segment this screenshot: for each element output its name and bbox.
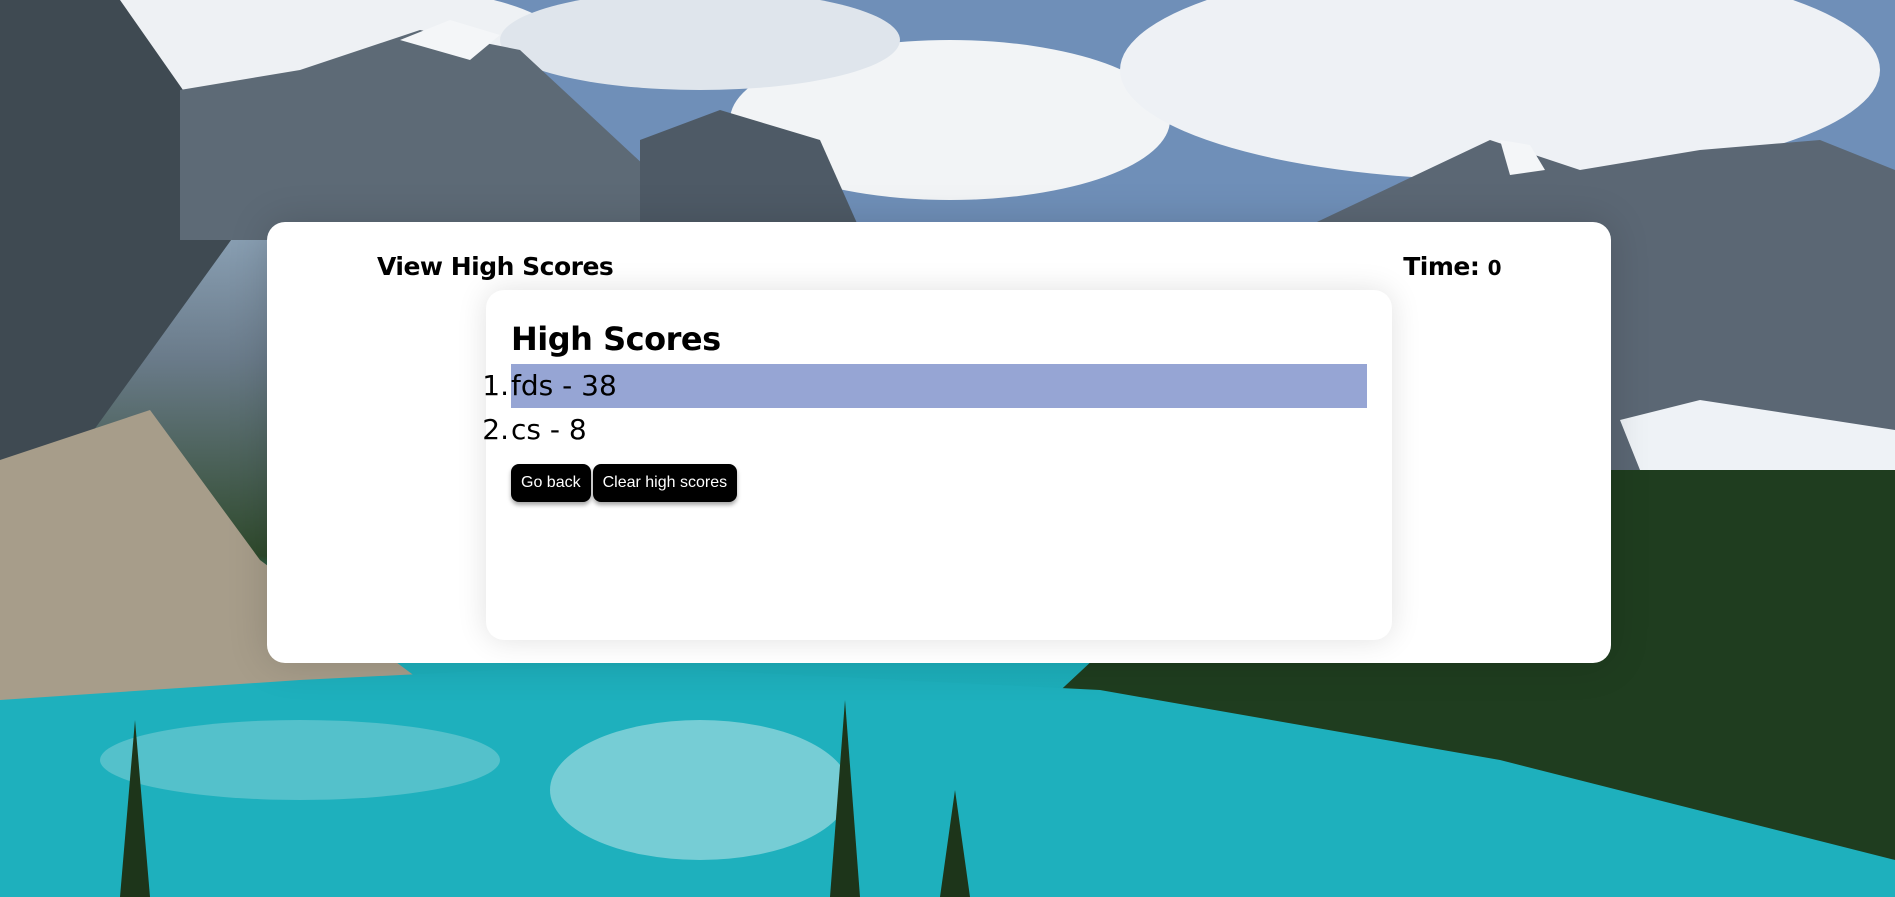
score-rank: 2. bbox=[482, 413, 509, 446]
view-high-scores-link[interactable]: View High Scores bbox=[377, 252, 614, 281]
score-item: 1. fds - 38 bbox=[482, 364, 1367, 408]
quiz-card: View High Scores Time: 0 High Scores 1. … bbox=[267, 222, 1611, 663]
high-scores-list: 1. fds - 38 2. cs - 8 bbox=[482, 364, 1367, 452]
score-rank: 1. bbox=[482, 369, 509, 402]
score-item: 2. cs - 8 bbox=[482, 408, 1367, 452]
high-scores-panel: High Scores 1. fds - 38 2. cs - 8 Go bac… bbox=[482, 290, 1392, 640]
go-back-button[interactable]: Go back bbox=[511, 464, 591, 502]
timer: Time: 0 bbox=[1403, 252, 1501, 281]
timer-value: 0 bbox=[1487, 256, 1502, 280]
clear-high-scores-button[interactable]: Clear high scores bbox=[592, 464, 738, 502]
page-title: High Scores bbox=[511, 320, 721, 358]
score-text: fds - 38 bbox=[511, 369, 617, 402]
score-text: cs - 8 bbox=[511, 413, 587, 446]
button-row: Go back Clear high scores bbox=[511, 464, 738, 502]
timer-label: Time: bbox=[1403, 252, 1488, 281]
